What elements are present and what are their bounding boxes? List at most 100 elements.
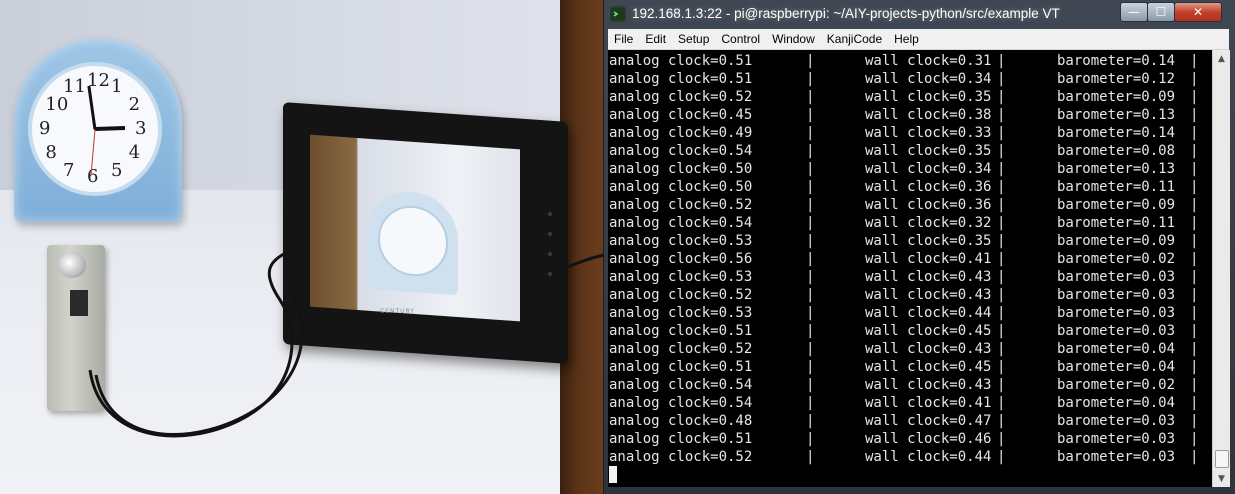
column-separator: | [997, 107, 1006, 123]
minimize-button[interactable]: — [1120, 2, 1148, 22]
close-button[interactable]: ✕ [1174, 2, 1222, 22]
analog-clock-reading: analog clock=0.51 [609, 359, 753, 375]
terminal-line: analog clock=0.51 | wall clock=0.46 | barome… [608, 431, 1212, 449]
terminal-output[interactable]: analog clock=0.51 | wall clock=0.31 | barome… [608, 50, 1212, 487]
terminal-line: analog clock=0.51 | wall clock=0.45 | barome… [608, 323, 1212, 341]
barometer-reading: barometer=0.11 [1057, 215, 1176, 231]
analog-clock-reading: analog clock=0.54 [609, 395, 753, 411]
column-separator: | [997, 71, 1006, 87]
column-separator: | [1190, 431, 1199, 447]
analog-clock-reading: analog clock=0.49 [609, 125, 753, 141]
terminal-line: analog clock=0.53 | wall clock=0.43 | barome… [608, 269, 1212, 287]
column-separator: | [997, 305, 1006, 321]
column-separator: | [1190, 53, 1199, 69]
menu-setup[interactable]: Setup [672, 29, 715, 49]
barometer-reading: barometer=0.09 [1057, 233, 1176, 249]
wall-clock-reading: wall clock=0.44 [865, 305, 992, 321]
column-separator: | [997, 341, 1006, 357]
cables [88, 248, 604, 438]
maximize-icon: ☐ [1155, 5, 1167, 19]
analog-clock-reading: analog clock=0.53 [609, 269, 753, 285]
menu-window[interactable]: Window [766, 29, 821, 49]
menu-help[interactable]: Help [888, 29, 925, 49]
barometer-reading: barometer=0.04 [1057, 395, 1176, 411]
column-separator: | [806, 395, 815, 411]
column-separator: | [1190, 215, 1199, 231]
terminal-line: analog clock=0.50 | wall clock=0.36 | barome… [608, 179, 1212, 197]
analog-clock-reading: analog clock=0.52 [609, 89, 753, 105]
column-separator: | [997, 143, 1006, 159]
wall-clock-reading: wall clock=0.45 [865, 323, 992, 339]
terminal-line: analog clock=0.54 | wall clock=0.35 | barome… [608, 143, 1212, 161]
analog-clock-reading: analog clock=0.52 [609, 287, 753, 303]
analog-clock-reading: analog clock=0.56 [609, 251, 753, 267]
column-separator: | [1190, 341, 1199, 357]
analog-clock-reading: analog clock=0.50 [609, 161, 753, 177]
terminal-line: analog clock=0.45 | wall clock=0.38 | barome… [608, 107, 1212, 125]
barometer-reading: barometer=0.03 [1057, 413, 1176, 429]
maximize-button[interactable]: ☐ [1147, 2, 1175, 22]
terminal-line: analog clock=0.49 | wall clock=0.33 | barome… [608, 125, 1212, 143]
menu-control[interactable]: Control [715, 29, 766, 49]
scrollbar-thumb[interactable] [1215, 450, 1229, 468]
column-separator: | [806, 251, 815, 267]
column-separator: | [997, 89, 1006, 105]
column-separator: | [1190, 395, 1199, 411]
barometer-reading: barometer=0.13 [1057, 161, 1176, 177]
barometer-reading: barometer=0.02 [1057, 377, 1176, 393]
analog-clock-reading: analog clock=0.48 [609, 413, 753, 429]
column-separator: | [806, 377, 815, 393]
column-separator: | [806, 197, 815, 213]
wall-clock-reading: wall clock=0.43 [865, 269, 992, 285]
column-separator: | [1190, 143, 1199, 159]
wall-clock-reading: wall clock=0.32 [865, 215, 992, 231]
menu-file[interactable]: File [608, 29, 639, 49]
barometer-reading: barometer=0.03 [1057, 449, 1176, 465]
barometer-reading: barometer=0.03 [1057, 269, 1176, 285]
column-separator: | [997, 233, 1006, 249]
wall-clock-reading: wall clock=0.44 [865, 449, 992, 465]
terminal-line: analog clock=0.53 | wall clock=0.44 | barome… [608, 305, 1212, 323]
barometer-reading: barometer=0.02 [1057, 251, 1176, 267]
column-separator: | [1190, 107, 1199, 123]
menu-edit[interactable]: Edit [639, 29, 672, 49]
terminal-app-icon [610, 6, 626, 22]
column-separator: | [997, 251, 1006, 267]
terminal-line: analog clock=0.52 | wall clock=0.36 | barome… [608, 197, 1212, 215]
column-separator: | [1190, 449, 1199, 465]
column-separator: | [997, 323, 1006, 339]
wall-clock-reading: wall clock=0.43 [865, 341, 992, 357]
terminal-line: analog clock=0.54 | wall clock=0.41 | barome… [608, 395, 1212, 413]
barometer-reading: barometer=0.03 [1057, 305, 1176, 321]
wall-clock-reading: wall clock=0.34 [865, 71, 992, 87]
vertical-scrollbar[interactable]: ▲ ▼ [1212, 50, 1230, 487]
column-separator: | [806, 341, 815, 357]
wall-clock-reading: wall clock=0.38 [865, 107, 992, 123]
terminal-line: analog clock=0.51 | wall clock=0.45 | barome… [608, 359, 1212, 377]
column-separator: | [1190, 305, 1199, 321]
column-separator: | [806, 161, 815, 177]
column-separator: | [1190, 269, 1199, 285]
column-separator: | [997, 197, 1006, 213]
analog-clock-reading: analog clock=0.52 [609, 449, 753, 465]
column-separator: | [806, 215, 815, 231]
barometer-reading: barometer=0.14 [1057, 53, 1176, 69]
menu-kanjicode[interactable]: KanjiCode [821, 29, 888, 49]
close-icon: ✕ [1192, 5, 1204, 19]
column-separator: | [1190, 251, 1199, 267]
column-separator: | [1190, 359, 1199, 375]
terminal-line: analog clock=0.53 | wall clock=0.35 | barome… [608, 233, 1212, 251]
title-bar[interactable]: 192.168.1.3:22 - pi@raspberrypi: ~/AIY-p… [604, 0, 1235, 28]
column-separator: | [1190, 161, 1199, 177]
terminal-line: analog clock=0.52 | wall clock=0.43 | barome… [608, 341, 1212, 359]
barometer-reading: barometer=0.03 [1057, 323, 1176, 339]
barometer-reading: barometer=0.09 [1057, 197, 1176, 213]
arrow-up-icon[interactable]: ▲ [1213, 50, 1230, 67]
analog-clock-reading: analog clock=0.53 [609, 305, 753, 321]
analog-clock-reading: analog clock=0.45 [609, 107, 753, 123]
column-separator: | [806, 413, 815, 429]
analog-clock-reading: analog clock=0.54 [609, 215, 753, 231]
wall-clock-reading: wall clock=0.33 [865, 125, 992, 141]
arrow-down-icon[interactable]: ▼ [1213, 470, 1230, 487]
barometer-reading: barometer=0.03 [1057, 431, 1176, 447]
